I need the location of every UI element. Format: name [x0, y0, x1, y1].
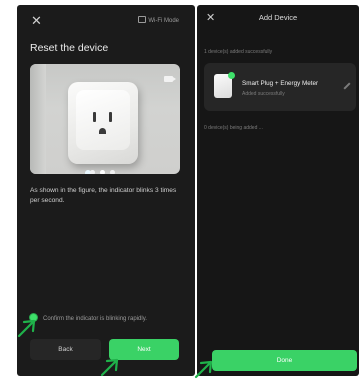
add-device-screen: ✕ Add Device 1 device(s) added successfu… [197, 5, 359, 376]
video-icon[interactable] [164, 76, 176, 82]
back-button[interactable]: Back [30, 339, 101, 360]
carousel-dots [90, 162, 120, 174]
device-status: Added successfully [242, 91, 285, 97]
device-name: Smart Plug + Energy Meter [242, 80, 319, 87]
success-badge-icon [228, 72, 235, 79]
wall-background [30, 64, 46, 174]
page-title: Add Device [258, 13, 298, 22]
device-card[interactable]: Smart Plug + Energy Meter Added successf… [204, 63, 356, 111]
annotation-arrow-icon [17, 319, 36, 338]
carousel-dot-active[interactable] [100, 170, 105, 174]
plug-face [76, 90, 130, 150]
done-button[interactable]: Done [212, 350, 357, 371]
confirm-row[interactable]: Confirm the indicator is blinking rapidl… [30, 314, 190, 322]
annotation-arrow-icon [194, 360, 213, 379]
wifi-mode-label: Wi-Fi Mode [148, 18, 179, 24]
added-count-caption: 1 device(s) added successfully [204, 49, 273, 55]
device-photo-carousel[interactable] [30, 64, 180, 174]
smart-plug-image [68, 82, 138, 174]
carousel-dot[interactable] [110, 170, 115, 174]
page-title: Reset the device [30, 42, 109, 54]
outlet-slot-right [109, 112, 112, 122]
annotation-arrow-icon [100, 358, 119, 377]
wifi-mode-icon [138, 16, 147, 23]
edit-icon[interactable] [343, 82, 351, 90]
being-added-caption: 0 device(s) being added ... [204, 125, 263, 131]
outlet-ground [99, 128, 106, 134]
carousel-dot[interactable] [90, 170, 95, 174]
confirm-label: Confirm the indicator is blinking rapidl… [43, 316, 147, 322]
wifi-mode-toggle[interactable]: Wi-Fi Mode [138, 16, 179, 24]
close-icon[interactable]: ✕ [31, 14, 42, 27]
outlet-slot-left [93, 112, 96, 122]
instruction-text: As shown in the figure, the indicator bl… [30, 187, 177, 204]
reset-device-screen: ✕ Wi-Fi Mode Reset the device As shown i… [17, 5, 195, 376]
